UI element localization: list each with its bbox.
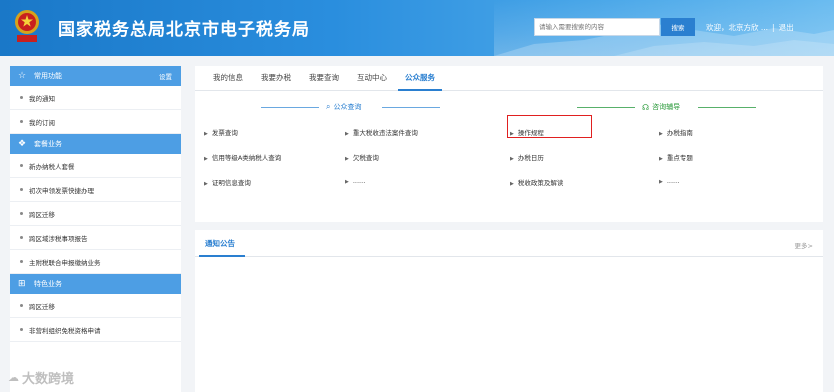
bullet-icon <box>20 212 23 215</box>
site-title: 国家税务总局北京市电子税务局 <box>58 20 310 40</box>
search-doc-icon: ⌕ <box>326 102 331 111</box>
bullet-icon <box>20 260 23 263</box>
sidebar-item-cross-region-report[interactable]: 跨区域涉税事项报告 <box>10 226 181 250</box>
notice-title[interactable]: 通知公告 <box>205 238 235 249</box>
link-invoice-query[interactable]: ▶ 发票查询 <box>204 127 238 137</box>
caret-right-icon: ▶ <box>659 179 663 185</box>
sidebar-item-label: 非营利组织免税资格申请 <box>29 326 101 335</box>
bullet-icon <box>20 328 23 331</box>
divider <box>261 107 319 108</box>
sidebar-header-label: 常用功能 <box>34 72 62 80</box>
link-tax-policy[interactable]: ▶ 税收政策及解读 <box>510 177 563 187</box>
sidebar-header-package[interactable]: ❖ 套餐业务 <box>10 134 181 154</box>
caret-right-icon: ▶ <box>204 181 208 187</box>
divider <box>698 107 756 108</box>
link-more-consult[interactable]: ▶...... <box>659 177 679 185</box>
sidebar-item-first-invoice[interactable]: 初次申领发票快捷办理 <box>10 178 181 202</box>
settings-link[interactable]: 设置 <box>159 71 172 81</box>
sidebar-item-cross-district[interactable]: 跨区迁移 <box>10 202 181 226</box>
link-key-topics[interactable]: ▶ 重点专题 <box>659 152 693 162</box>
sidebar-item-label: 我的订阅 <box>29 118 55 127</box>
sidebar-item-label: 主附税联合申报缴纳业务 <box>29 258 101 267</box>
caret-right-icon: ▶ <box>659 156 663 162</box>
sidebar-item-label: 新办纳税人套餐 <box>29 162 75 171</box>
more-link[interactable]: 更多> <box>795 240 813 250</box>
divider <box>577 107 635 108</box>
caret-right-icon: ▶ <box>204 131 208 137</box>
tab-file-tax[interactable]: 我要办税 <box>252 66 300 90</box>
bullet-icon <box>20 304 23 307</box>
sidebar-header-label: 特色业务 <box>34 280 62 288</box>
search-input[interactable] <box>534 18 660 36</box>
public-query-heading: ⌕ 公众查询 <box>326 102 361 112</box>
sidebar-item-joint-declaration[interactable]: 主附税联合申报缴纳业务 <box>10 250 181 274</box>
link-tax-violation-query[interactable]: ▶ 重大税收违法案件查询 <box>345 127 418 137</box>
caret-right-icon: ▶ <box>510 131 514 137</box>
bullet-icon <box>20 164 23 167</box>
sidebar-header-common[interactable]: ☆ 常用功能 设置 <box>10 66 181 86</box>
notice-panel: 通知公告 更多> <box>195 230 823 392</box>
link-owed-tax-query[interactable]: ▶ 欠税查询 <box>345 152 379 162</box>
sidebar-item-label: 跨区迁移 <box>29 210 55 219</box>
divider <box>195 256 823 257</box>
watermark-text: 大数跨境 <box>22 372 75 387</box>
link-credit-a-query[interactable]: ▶ 信用等级A类纳税人查询 <box>204 152 281 162</box>
sidebar-item-new-taxpayer[interactable]: 新办纳税人套餐 <box>10 154 181 178</box>
link-certificate-query[interactable]: ▶ 证明信息查询 <box>204 177 251 187</box>
link-more-query[interactable]: ▶...... <box>345 177 365 185</box>
tab-my-info[interactable]: 我的信息 <box>204 66 252 90</box>
section-title: 咨询辅导 <box>652 103 681 111</box>
watermark: ☁ 大数跨境 <box>8 368 74 387</box>
bullet-icon <box>20 96 23 99</box>
divider <box>382 107 440 108</box>
caret-right-icon: ▶ <box>510 156 514 162</box>
caret-right-icon: ▶ <box>510 181 514 187</box>
headset-icon: ☊ <box>642 102 650 112</box>
sidebar: ☆ 常用功能 设置 我的通知 我的订阅 ❖ 套餐业务 新办纳税人套餐 初次申领发… <box>10 66 181 392</box>
header-banner: 国家税务总局北京市电子税务局 搜索 欢迎，北京方欣 ... | 退出 <box>0 0 834 56</box>
grid-icon: ⊞ <box>18 279 26 289</box>
main-tabs: 我的信息 我要办税 我要查询 互动中心 公众服务 <box>195 66 823 91</box>
sidebar-item-label: 我的通知 <box>29 94 55 103</box>
tab-query[interactable]: 我要查询 <box>300 66 348 90</box>
tab-interaction[interactable]: 互动中心 <box>348 66 396 90</box>
service-panel: 我的信息 我要办税 我要查询 互动中心 公众服务 ⌕ 公众查询 ☊ 咨询辅导 ▶… <box>195 66 823 222</box>
caret-right-icon: ▶ <box>659 131 663 137</box>
national-emblem-icon <box>15 10 39 42</box>
caret-right-icon: ▶ <box>345 131 349 137</box>
section-title: 公众查询 <box>333 103 362 111</box>
sidebar-item-label: 跨区迁移 <box>29 302 55 311</box>
search-button[interactable]: 搜索 <box>661 18 695 36</box>
welcome-text[interactable]: 欢迎，北京方欣 ... <box>706 23 768 32</box>
stack-icon: ❖ <box>18 139 27 149</box>
sidebar-item-label: 跨区域涉税事项报告 <box>29 234 88 243</box>
link-tax-calendar[interactable]: ▶ 办税日历 <box>510 152 544 162</box>
sidebar-header-label: 套餐业务 <box>34 140 62 148</box>
logout-link[interactable]: 退出 <box>779 23 794 32</box>
consult-heading: ☊ 咨询辅导 <box>642 102 680 112</box>
star-icon: ☆ <box>18 71 27 81</box>
bullet-icon <box>20 188 23 191</box>
caret-right-icon: ▶ <box>345 179 349 185</box>
bullet-icon <box>20 120 23 123</box>
caret-right-icon: ▶ <box>345 156 349 162</box>
user-welcome: 欢迎，北京方欣 ... | 退出 <box>706 22 794 33</box>
sidebar-item-nonprofit-exemption[interactable]: 非营利组织免税资格申请 <box>10 318 181 342</box>
caret-right-icon: ▶ <box>204 156 208 162</box>
tab-public-service[interactable]: 公众服务 <box>396 66 444 91</box>
sidebar-header-feature[interactable]: ⊞ 特色业务 <box>10 274 181 294</box>
tab-underline <box>199 255 245 257</box>
link-tax-guide[interactable]: ▶ 办税指南 <box>659 127 693 137</box>
sidebar-item-cross-district-2[interactable]: 跨区迁移 <box>10 294 181 318</box>
sidebar-item-subscriptions[interactable]: 我的订阅 <box>10 110 181 134</box>
sidebar-item-label: 初次申领发票快捷办理 <box>29 186 94 195</box>
link-operation-rules[interactable]: ▶ 操作规程 <box>510 127 544 137</box>
sidebar-item-notifications[interactable]: 我的通知 <box>10 86 181 110</box>
watermark-logo-icon: ☁ <box>8 371 19 384</box>
separator: | <box>772 23 775 32</box>
bullet-icon <box>20 236 23 239</box>
